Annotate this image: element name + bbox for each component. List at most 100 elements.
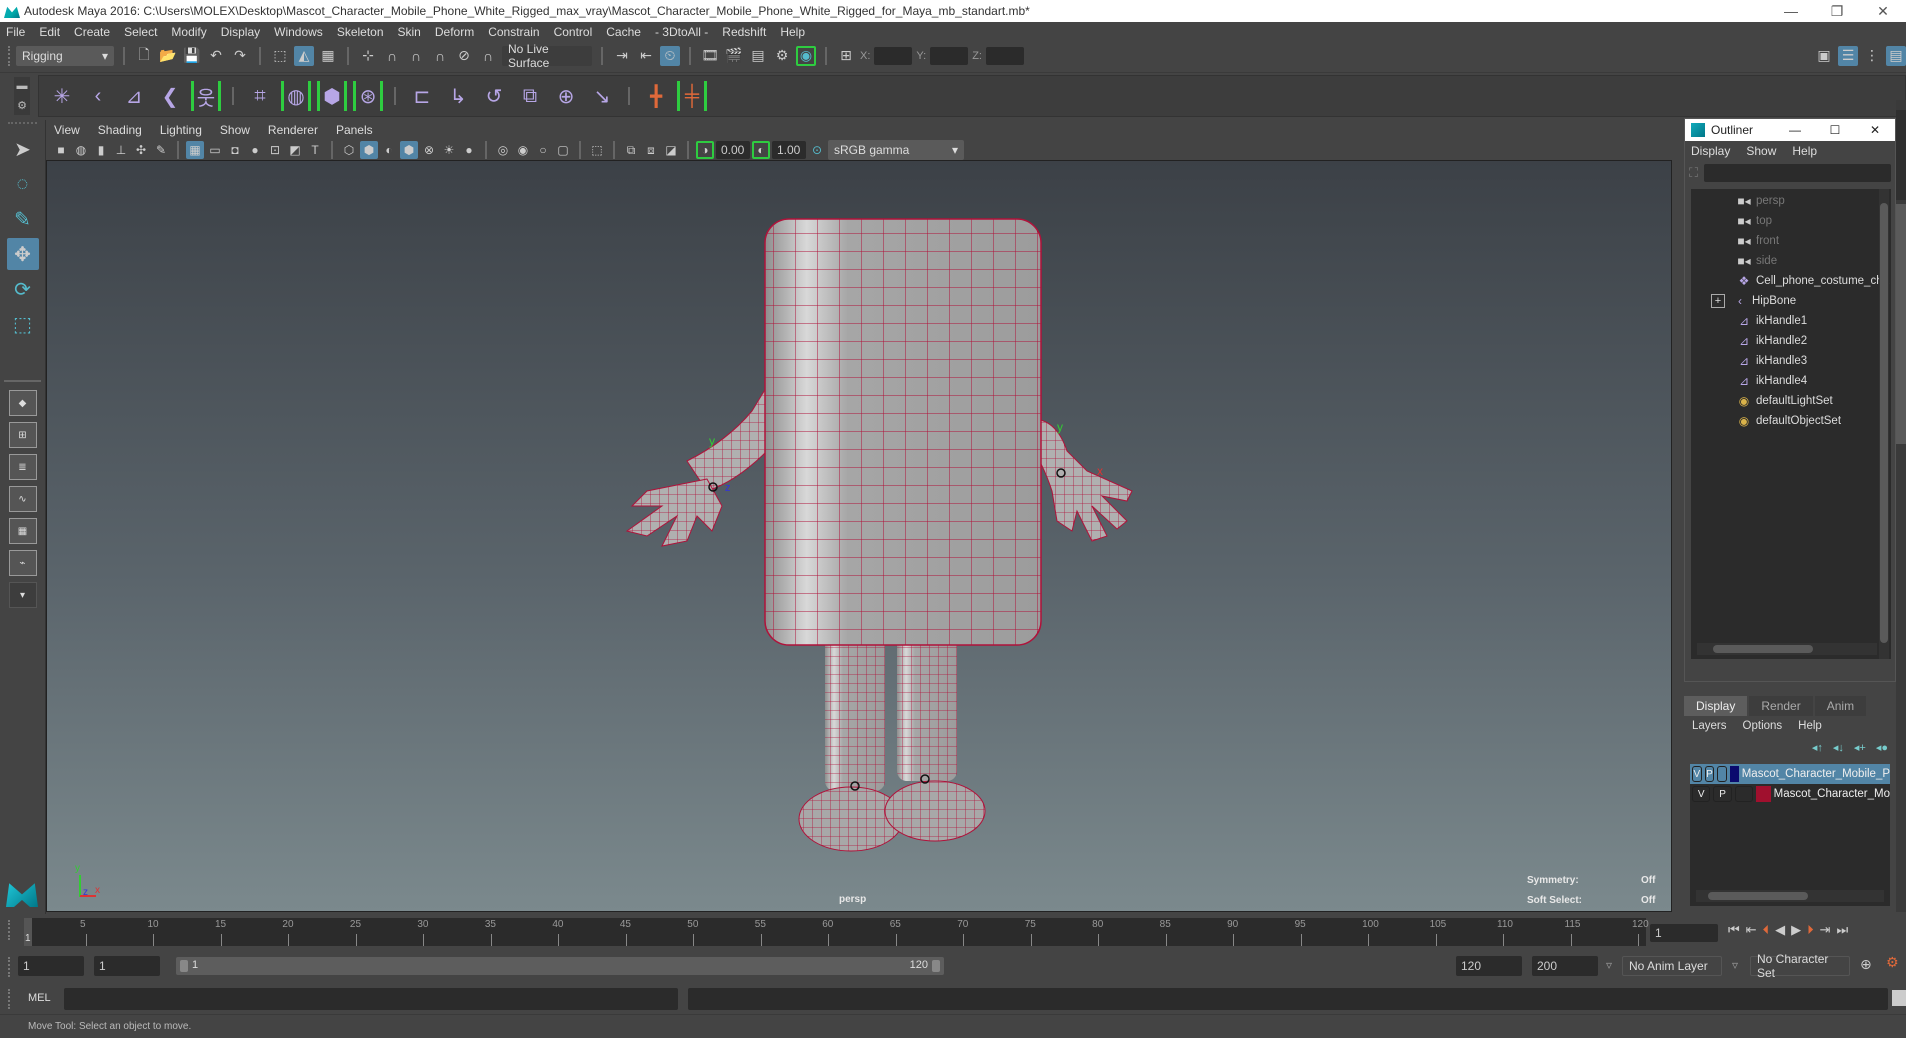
paint-weights-icon[interactable]: ⊛ <box>353 81 383 111</box>
snap-magnet-icon[interactable]: ∩ <box>478 46 498 66</box>
go-to-end-icon[interactable]: ⏭ <box>1837 922 1849 938</box>
character-set-dropdown[interactable]: No Character Set <box>1750 952 1850 980</box>
move-layer-up-icon[interactable]: ◂↑ <box>1812 741 1823 754</box>
gate-mask-icon[interactable]: ● <box>246 141 264 159</box>
tab-render[interactable]: Render <box>1749 696 1813 716</box>
four-view-layout-icon[interactable]: ⊞ <box>8 422 37 448</box>
paint-select-tool-icon[interactable]: ✎ <box>7 203 39 235</box>
open-scene-icon[interactable]: 📂 <box>158 46 178 66</box>
tab-display[interactable]: Display <box>1684 696 1748 716</box>
orient-constraint-icon[interactable]: ↺ <box>479 81 509 111</box>
current-frame-field[interactable]: 1 <box>1650 924 1718 942</box>
scale-tool-icon[interactable]: ⬚ <box>7 308 39 340</box>
outliner-menu-help[interactable]: Help <box>1792 144 1817 158</box>
mel-input[interactable] <box>64 988 678 1010</box>
smooth-bind-icon[interactable]: ◍ <box>281 81 311 111</box>
ambient-occlusion-icon[interactable]: ◎ <box>494 141 512 159</box>
outliner-horizontal-scrollbar[interactable] <box>1697 643 1877 655</box>
channel-box-layer-editor-tab[interactable] <box>1896 204 1906 444</box>
shelf-settings-icon[interactable]: ⚙ <box>17 99 27 112</box>
field-chart-icon[interactable]: ⊡ <box>266 141 284 159</box>
live-surface-field[interactable]: No Live Surface <box>502 42 592 70</box>
filter-options-icon[interactable]: ⛶ <box>1689 165 1698 181</box>
move-tool-icon[interactable]: ✥ <box>6 238 39 270</box>
outliner-search-input[interactable] <box>1704 164 1891 182</box>
layer-color-swatch[interactable] <box>1756 786 1771 802</box>
quick-rig-icon[interactable]: 웃 <box>191 81 221 111</box>
scale-constraint-icon[interactable]: ⧉ <box>515 81 545 111</box>
lasso-tool-icon[interactable]: ◌ <box>7 168 39 200</box>
outliner-item[interactable]: ⊿ ikHandle3 <box>1691 351 1891 371</box>
menu-control[interactable]: Control <box>554 25 593 39</box>
render-current-icon[interactable]: 🎬 <box>724 46 744 66</box>
shadows-icon[interactable]: ● <box>460 141 478 159</box>
gamma-icon[interactable]: ◐ <box>752 141 770 159</box>
ipr-render-icon[interactable]: ▤ <box>748 46 768 66</box>
step-forward-frame-icon[interactable]: ⏵ <box>1807 922 1814 938</box>
close-button[interactable]: ✕ <box>1855 123 1895 137</box>
script-editor-icon[interactable] <box>1892 990 1906 1006</box>
grid-icon[interactable]: ▦ <box>186 141 204 159</box>
redo-icon[interactable]: ↷ <box>230 46 250 66</box>
hypershade-layout-icon[interactable]: ▦ <box>8 518 37 544</box>
chevron-down-icon[interactable]: ▿ <box>1732 958 1738 972</box>
hik-bracket-icon[interactable]: ╪ <box>677 81 707 111</box>
menu-help[interactable]: Help <box>780 25 805 39</box>
step-back-frame-icon[interactable]: ⏴ <box>1763 922 1770 938</box>
gamma-field[interactable]: 1.00 <box>772 141 806 159</box>
ik-handle-icon[interactable]: ⊿ <box>119 81 149 111</box>
range-end-handle[interactable] <box>932 960 940 972</box>
snap-view-plane-icon[interactable]: ∩ <box>430 46 450 66</box>
render-settings-icon[interactable]: ⚙ <box>772 46 792 66</box>
smooth-shade-icon[interactable]: ⬢ <box>360 141 378 159</box>
wireframe-on-shaded-icon[interactable]: ⬢ <box>400 141 418 159</box>
render-view-icon[interactable]: 🎞 <box>700 46 720 66</box>
z-field[interactable] <box>985 46 1024 65</box>
aim-constraint-icon[interactable]: ⊕ <box>551 81 581 111</box>
time-slider-track[interactable]: 1 5 10 15 20 25 30 35 40 45 50 55 60 65 70 75 80 85 90 95 1… <box>24 918 1649 946</box>
snap-grid-icon[interactable]: ⊹ <box>358 46 378 66</box>
new-layer-from-selected-icon[interactable]: ◂● <box>1876 741 1888 754</box>
animation-end-field[interactable]: 200 <box>1532 956 1598 976</box>
color-management-icon[interactable]: ⊙ <box>808 141 826 159</box>
isolate-select-icon[interactable]: ⬚ <box>588 141 606 159</box>
layer-color-swatch[interactable] <box>1729 766 1739 782</box>
panel-menu-renderer[interactable]: Renderer <box>268 123 318 137</box>
output-ops-icon[interactable]: ⇤ <box>636 46 656 66</box>
ik-spline-icon[interactable]: ❮ <box>155 81 185 111</box>
snap-live-icon[interactable]: ⊘ <box>454 46 474 66</box>
bind-skin-icon[interactable]: ⌗ <box>245 81 275 111</box>
outliner-menu-display[interactable]: Display <box>1691 144 1730 158</box>
command-line-grip[interactable] <box>8 989 12 1009</box>
interactive-bind-icon[interactable]: ⬢ <box>317 81 347 111</box>
tab-anim[interactable]: Anim <box>1814 696 1867 716</box>
outliner-menu-show[interactable]: Show <box>1746 144 1776 158</box>
colorspace-dropdown[interactable]: sRGB gamma ▾ <box>828 140 964 160</box>
default-material-icon[interactable]: ◐ <box>380 141 398 159</box>
animation-start-field[interactable]: 1 <box>18 956 84 976</box>
menu-redshift[interactable]: Redshift <box>722 25 766 39</box>
menu-set-dropdown[interactable]: Rigging ▾ <box>16 45 114 66</box>
point-constraint-icon[interactable]: ↳ <box>443 81 473 111</box>
go-to-start-icon[interactable]: ⏮ <box>1728 922 1740 938</box>
safe-title-icon[interactable]: T <box>306 141 324 159</box>
hik-joint-icon[interactable]: ╋ <box>641 81 671 111</box>
character-model[interactable]: y y x z <box>47 161 1672 912</box>
playback-toggle[interactable]: P <box>1704 766 1715 782</box>
snap-curve-icon[interactable]: ∩ <box>382 46 402 66</box>
new-scene-icon[interactable]: 🗋 <box>134 46 154 66</box>
attribute-editor-tab[interactable] <box>1896 110 1906 200</box>
menu-display[interactable]: Display <box>221 25 260 39</box>
animation-preferences-icon[interactable]: ⚙ <box>1886 954 1899 971</box>
outliner-item[interactable]: ◉ defaultObjectSet <box>1691 411 1891 431</box>
range-start-handle[interactable] <box>180 960 188 972</box>
save-scene-icon[interactable]: 💾 <box>182 46 202 66</box>
select-camera-icon[interactable]: ■ <box>52 141 70 159</box>
exposure-field[interactable]: 0.00 <box>716 141 750 159</box>
x-field[interactable] <box>874 46 913 65</box>
undo-icon[interactable]: ↶ <box>206 46 226 66</box>
layer-menu-options[interactable]: Options <box>1743 720 1783 732</box>
menu-windows[interactable]: Windows <box>274 25 323 39</box>
outliner-item[interactable]: ◉ defaultLightSet <box>1691 391 1891 411</box>
visibility-toggle[interactable]: V <box>1692 766 1702 782</box>
